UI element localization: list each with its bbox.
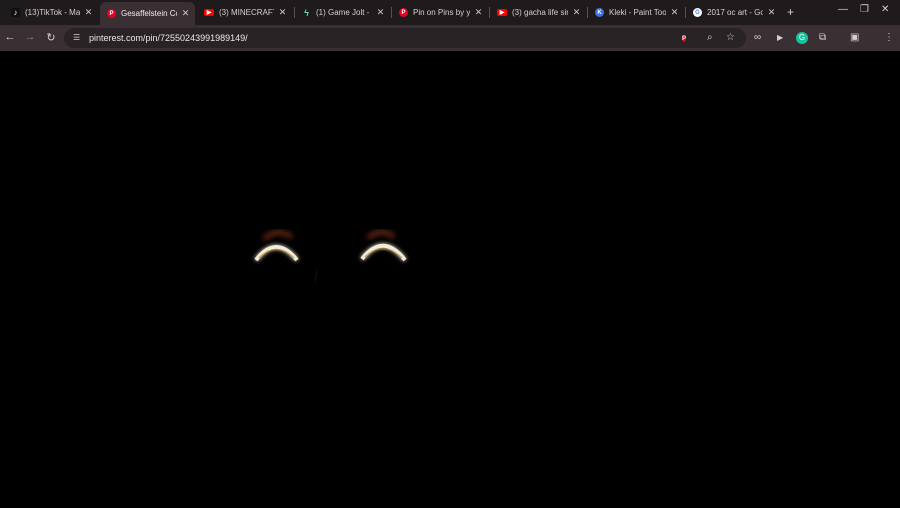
google-icon: G xyxy=(693,8,702,17)
window-close-button[interactable]: ✕ xyxy=(881,4,889,15)
tab-strip: ♪ (13)TikTok - Make ✕ P Gesaffelstein Co… xyxy=(0,0,900,25)
page-viewport xyxy=(0,51,900,508)
address-bar[interactable]: ☰ pinterest.com/pin/72550243991989149/ P… xyxy=(64,28,746,48)
restore-button[interactable]: ❐ xyxy=(860,4,869,15)
tab-title: (1) Game Jolt - Sh xyxy=(316,8,372,17)
close-icon[interactable]: ✕ xyxy=(474,7,483,18)
kleki-icon: K xyxy=(595,8,604,17)
pinterest-icon: P xyxy=(107,9,116,18)
url-text[interactable]: pinterest.com/pin/72550243991989149/ xyxy=(89,33,248,43)
tab-title: (3) MINECRAFT H... xyxy=(219,8,274,17)
side-panel-icon[interactable]: ▣ xyxy=(850,32,859,43)
pinterest-icon: P xyxy=(399,8,408,17)
bookmark-star-icon[interactable]: ☆ xyxy=(726,32,735,43)
extension-glasses-icon[interactable]: ∞ xyxy=(754,32,761,43)
tab-title: (3) gacha life sing xyxy=(512,8,568,17)
pinterest-save-icon[interactable]: P xyxy=(682,32,687,44)
site-info-icon[interactable]: ☰ xyxy=(73,33,83,43)
browser-toolbar: ← → ↻ ☰ pinterest.com/pin/72550243991989… xyxy=(0,25,900,51)
back-button[interactable]: ← xyxy=(3,31,17,43)
zoom-icon[interactable]: ⌕ xyxy=(707,32,713,43)
tab-gamejolt[interactable]: ϟ (1) Game Jolt - Sh ✕ xyxy=(295,2,390,23)
tab-tiktok[interactable]: ♪ (13)TikTok - Make ✕ xyxy=(4,2,98,23)
close-icon[interactable]: ✕ xyxy=(767,7,776,18)
youtube-icon: ▶ xyxy=(204,9,214,16)
forward-button[interactable]: → xyxy=(23,31,37,43)
close-icon[interactable]: ✕ xyxy=(670,7,679,18)
tab-kleki[interactable]: K Kleki - Paint Tool ✕ xyxy=(588,2,684,23)
extension-play-icon[interactable]: ▶ xyxy=(777,33,783,42)
reload-button[interactable]: ↻ xyxy=(44,31,58,44)
close-icon[interactable]: ✕ xyxy=(278,7,287,18)
tab-gacha-life[interactable]: ▶ (3) gacha life sing ✕ xyxy=(490,2,586,23)
tab-google-search[interactable]: G 2017 oc art - Goo ✕ xyxy=(686,2,781,23)
grammarly-icon[interactable]: G xyxy=(796,32,808,44)
extensions-puzzle-icon[interactable]: ⧉ xyxy=(819,32,826,43)
close-icon[interactable]: ✕ xyxy=(181,8,190,19)
tab-minecraft[interactable]: ▶ (3) MINECRAFT H... ✕ xyxy=(197,2,292,23)
menu-icon[interactable]: ⋮ xyxy=(884,32,894,43)
tab-title: Pin on Pins by yo xyxy=(413,8,470,17)
close-icon[interactable]: ✕ xyxy=(84,7,93,18)
new-tab-button[interactable]: + xyxy=(787,5,794,19)
tab-title: Gesaffelstein Co... xyxy=(121,9,177,18)
tab-title: (13)TikTok - Make xyxy=(25,8,80,17)
close-icon[interactable]: ✕ xyxy=(376,7,385,18)
tab-pin-on-pins[interactable]: P Pin on Pins by yo ✕ xyxy=(392,2,488,23)
gamejolt-icon: ϟ xyxy=(304,7,309,18)
youtube-icon: ▶ xyxy=(497,9,507,16)
tab-gesaffelstein[interactable]: P Gesaffelstein Co... ✕ xyxy=(100,2,195,25)
tiktok-icon: ♪ xyxy=(11,8,20,17)
minimize-button[interactable]: — xyxy=(838,4,848,15)
pin-image[interactable] xyxy=(0,51,900,508)
tab-title: 2017 oc art - Goo xyxy=(707,8,763,17)
close-icon[interactable]: ✕ xyxy=(572,7,581,18)
tab-title: Kleki - Paint Tool xyxy=(609,8,666,17)
